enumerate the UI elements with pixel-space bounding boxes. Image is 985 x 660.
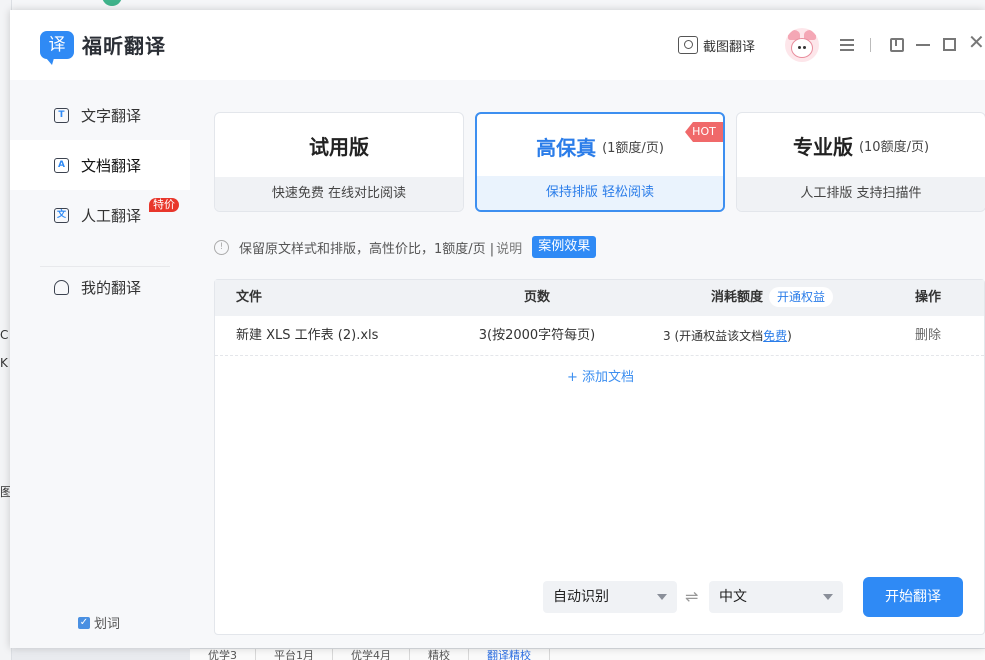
background-bottom-tabs: 优学3 平台1月 优学4月 精校 翻译精校 (190, 648, 985, 660)
table-header: 文件 页数 消耗额度 开通权益 操作 (215, 280, 984, 316)
chevron-down-icon (657, 594, 667, 600)
word-pick-checkbox[interactable]: ✓ 划词 (78, 613, 120, 632)
quota-cost: 3 (开通权益该文档免费) (663, 316, 792, 356)
plan-description: 快速免费 在线对比阅读 (215, 177, 463, 211)
sidebar-item-label: 文档翻译 (81, 156, 142, 175)
sidebar-item-label: 我的翻译 (81, 278, 142, 297)
source-language-select[interactable]: 自动识别 (543, 581, 677, 613)
column-header-pages: 页数 (523, 290, 550, 305)
background-tab[interactable]: 优学4月 (333, 649, 410, 660)
doc-translate-icon: A (54, 157, 69, 173)
column-header-action: 操作 (915, 290, 942, 305)
app-window: 译 福昕翻译 截图翻译 ✕ T 文字翻译 A 文档翻译 文 人工翻译 特价 我的… (10, 10, 985, 648)
sidebar-item-text-translate[interactable]: T 文字翻译 (10, 90, 190, 140)
quota-text: 3 (开通权益该文档 (663, 329, 764, 343)
add-document-button[interactable]: + 添加文档 (215, 366, 985, 385)
title-bar: 译 福昕翻译 截图翻译 ✕ (10, 10, 985, 80)
background-tab[interactable]: 翻译精校 (469, 649, 550, 660)
sidebar-item-label: 人工翻译 (81, 206, 142, 225)
word-pick-label: 划词 (94, 617, 121, 632)
menu-icon[interactable] (840, 39, 854, 51)
avatar-face (791, 38, 813, 58)
minimize-icon[interactable] (916, 44, 930, 46)
delete-button[interactable]: 删除 (915, 316, 941, 356)
human-translate-icon: 文 (54, 207, 69, 223)
info-icon: ! (214, 239, 229, 255)
file-name: 新建 XLS 工作表 (2).xls (236, 328, 379, 343)
plan-description: 保持排版 轻松阅读 (477, 176, 723, 210)
target-language-value: 中文 (719, 589, 747, 605)
background-top-strip (12, 0, 985, 10)
notice-text: 保留原文样式和排版，高性价比，1额度/页 | (239, 241, 495, 257)
pin-window-icon[interactable] (890, 38, 904, 52)
column-header-quota: 消耗额度 开通权益 (711, 280, 834, 316)
table-row: 新建 XLS 工作表 (2).xls 3(按2000字符每页) 3 (开通权益该… (215, 316, 984, 356)
plan-card-trial[interactable]: 试用版 快速免费 在线对比阅读 (214, 112, 464, 212)
close-icon[interactable]: ✕ (968, 32, 985, 52)
plan-name: 试用版 (309, 134, 369, 159)
source-language-value: 自动识别 (553, 589, 609, 605)
hot-tag: HOT (685, 122, 723, 142)
plan-price: (10额度/页) (858, 139, 930, 155)
case-effect-button[interactable]: 案例效果 (532, 236, 597, 258)
plan-price: (1额度/页) (602, 140, 664, 156)
background-tab[interactable]: 精校 (410, 649, 469, 660)
explain-link[interactable]: 说明 (496, 238, 522, 257)
plan-card-pro[interactable]: 专业版 (10额度/页) 人工排版 支持扫描件 (736, 112, 985, 212)
activate-benefits-button[interactable]: 开通权益 (769, 287, 834, 307)
plan-card-high-fidelity[interactable]: 高保真 (1额度/页) HOT 保持排版 轻松阅读 (475, 112, 725, 212)
background-tab[interactable]: 优学3 (190, 649, 256, 660)
plan-title: 专业版 (10额度/页) (737, 113, 985, 177)
camera-icon (678, 36, 698, 54)
target-language-select[interactable]: 中文 (709, 581, 843, 613)
page-count: 3(按2000字符每页) (478, 328, 596, 343)
background-fragment: C (0, 328, 9, 342)
sidebar: T 文字翻译 A 文档翻译 文 人工翻译 特价 我的翻译 ✓ 划词 (10, 80, 190, 648)
titlebar-divider (870, 38, 871, 52)
plan-name: 高保真 (536, 135, 597, 160)
sidebar-item-human-translate[interactable]: 文 人工翻译 特价 (10, 190, 190, 240)
free-link[interactable]: 免费 (763, 329, 787, 343)
quota-text-end: ) (787, 329, 792, 343)
start-translate-button[interactable]: 开始翻译 (863, 577, 963, 617)
plan-name: 专业版 (792, 134, 853, 159)
special-price-badge: 特价 (149, 198, 179, 212)
main-content: 试用版 快速免费 在线对比阅读 高保真 (1额度/页) HOT 保持排版 轻松阅… (190, 80, 985, 648)
swap-languages-icon[interactable]: ⇌ (685, 587, 698, 606)
my-translation-icon (54, 279, 69, 295)
plan-title: 高保真 (1额度/页) (477, 114, 723, 178)
app-name: 福昕翻译 (82, 34, 166, 58)
column-header-quota-label: 消耗额度 (711, 290, 764, 305)
column-header-file: 文件 (236, 290, 263, 305)
plan-description: 人工排版 支持扫描件 (737, 177, 985, 211)
maximize-icon[interactable] (943, 38, 956, 51)
sidebar-item-my-translation[interactable]: 我的翻译 (10, 262, 190, 312)
plan-notice: ! 保留原文样式和排版，高性价比，1额度/页 | 说明 案例效果 (214, 236, 597, 258)
screenshot-translate-label: 截图翻译 (703, 39, 756, 55)
background-tab[interactable]: 平台1月 (256, 649, 333, 660)
background-fragment: K (0, 356, 8, 370)
avatar[interactable] (785, 28, 819, 62)
screenshot-translate-button[interactable]: 截图翻译 (678, 34, 755, 56)
text-translate-icon: T (54, 107, 69, 123)
checkbox-checked-icon: ✓ (78, 616, 90, 629)
sidebar-item-label: 文字翻译 (81, 106, 142, 125)
sidebar-item-doc-translate[interactable]: A 文档翻译 (10, 140, 190, 190)
chevron-down-icon (823, 594, 833, 600)
document-table: 文件 页数 消耗额度 开通权益 操作 新建 XLS 工作表 (2).xls 3(按… (214, 279, 985, 635)
plan-title: 试用版 (215, 113, 463, 177)
app-logo-icon: 译 (40, 31, 74, 65)
